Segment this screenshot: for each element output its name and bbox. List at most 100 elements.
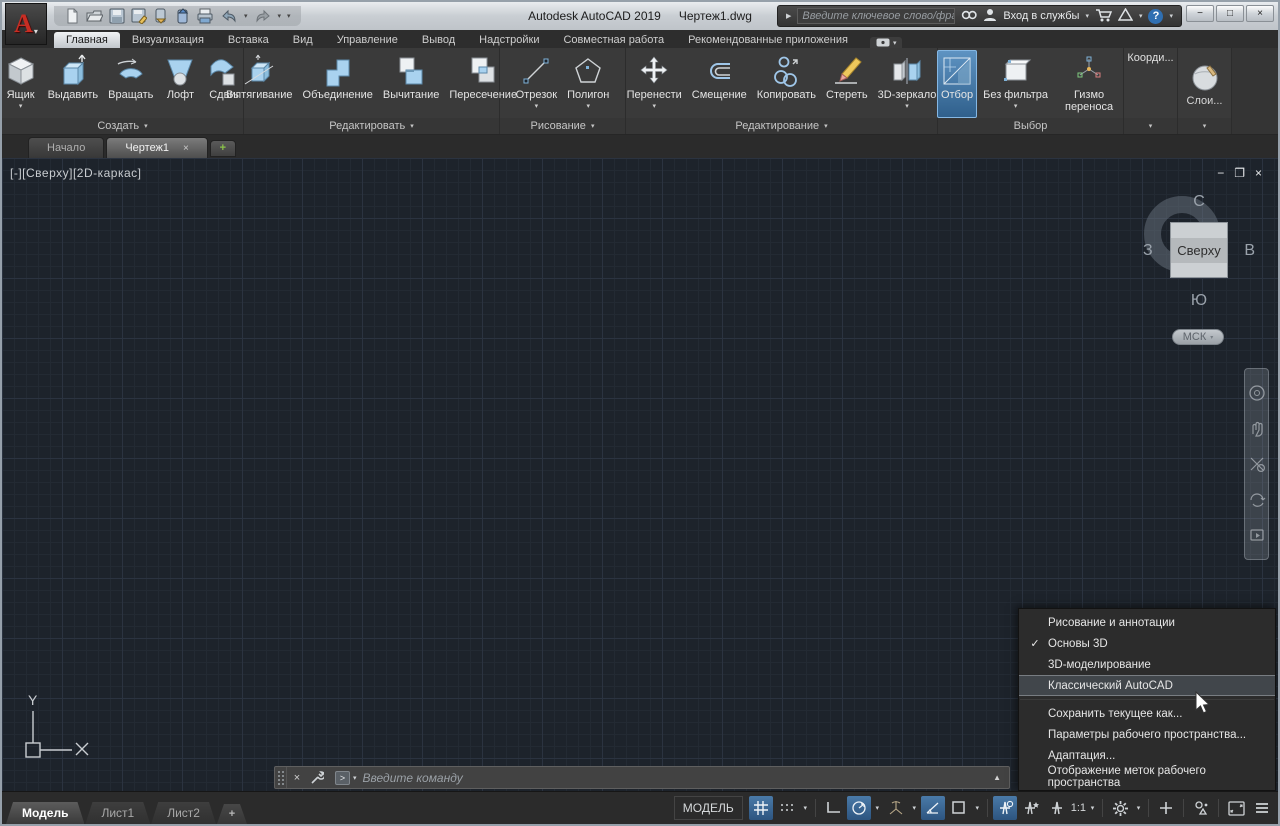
minimize-button[interactable]: − <box>1186 5 1214 22</box>
orbit-icon[interactable] <box>1248 491 1266 509</box>
viewcube-north[interactable]: С <box>1193 193 1205 211</box>
command-line[interactable]: × > ▾ Введите команду ▲ <box>274 766 1010 789</box>
menu-item-3d-modeling[interactable]: 3D-моделирование <box>1019 654 1275 675</box>
close-button[interactable]: × <box>1246 5 1274 22</box>
panel-title-solid-edit[interactable]: Редактировать ▾ <box>244 118 499 134</box>
loft-button[interactable]: Лофт <box>159 50 201 118</box>
mirror3d-button[interactable]: 3D-зеркало ▾ <box>874 50 941 118</box>
chevron-down-icon[interactable]: ▾ <box>652 102 656 110</box>
zoom-icon[interactable] <box>1248 455 1266 473</box>
search-icon[interactable] <box>961 8 977 25</box>
open-file-button[interactable] <box>86 8 103 24</box>
tab-vyvod[interactable]: Вывод <box>410 32 467 48</box>
panel-coordinates[interactable]: Коорди... ▾ <box>1124 48 1178 134</box>
offset-button[interactable]: Смещение <box>688 50 751 118</box>
command-close-icon[interactable]: × <box>287 772 307 784</box>
chevron-down-icon[interactable]: ▾ <box>586 102 590 110</box>
viewport-controls-label[interactable]: [-][Сверху][2D-каркас] <box>10 166 142 180</box>
save-as-button[interactable] <box>131 8 147 24</box>
application-menu-button[interactable]: A ▾ <box>5 3 47 45</box>
menu-item-display-workspace-labels[interactable]: Отображение меток рабочего пространства <box>1019 766 1275 787</box>
showmotion-icon[interactable] <box>1248 526 1266 544</box>
open-from-web-button[interactable] <box>153 8 169 24</box>
menu-item-drafting-annotation[interactable]: Рисование и аннотации <box>1019 612 1275 633</box>
qat-customize-button[interactable]: ▾ <box>287 12 291 20</box>
new-file-button[interactable] <box>64 8 80 24</box>
menu-item-classic-autocad[interactable]: Классический AutoCAD <box>1019 675 1275 696</box>
polar-tracking-toggle[interactable] <box>847 796 871 820</box>
tab-sovmestnaya-rabota[interactable]: Совместная работа <box>551 32 676 48</box>
pan-icon[interactable] <box>1248 419 1266 437</box>
tab-vstavka[interactable]: Вставка <box>216 32 281 48</box>
model-space-button[interactable]: МОДЕЛЬ <box>674 796 743 820</box>
workspace-dropdown[interactable]: ▾ <box>1134 804 1143 812</box>
revolve-button[interactable]: Вращать <box>104 50 157 118</box>
polygon-button[interactable]: Полигон ▾ <box>563 50 613 118</box>
annotation-visibility-toggle[interactable] <box>993 796 1017 820</box>
extrude-button[interactable]: Выдавить <box>44 50 103 118</box>
navigation-wheel-icon[interactable] <box>1248 384 1266 402</box>
viewport-close-icon[interactable]: × <box>1255 166 1262 180</box>
polar-dropdown[interactable]: ▾ <box>873 804 882 812</box>
snap-toggle[interactable] <box>775 796 799 820</box>
new-drawing-tab-button[interactable]: + <box>210 140 236 157</box>
culling-button[interactable]: Отбор <box>937 50 977 118</box>
panel-expand-icon[interactable]: ▾ <box>1203 122 1207 130</box>
help-dropdown-icon[interactable]: ▾ <box>1169 12 1173 20</box>
no-filter-button[interactable]: Без фильтра ▾ <box>979 50 1052 118</box>
signin-label[interactable]: Вход в службы <box>1003 10 1079 22</box>
search-expand-icon[interactable]: ▶ <box>786 12 791 20</box>
viewport-minimize-icon[interactable]: − <box>1217 166 1224 180</box>
status-bar-menu-button[interactable] <box>1250 796 1274 820</box>
tab-rekomendovannye-prilozheniya[interactable]: Рекомендованные приложения <box>676 32 860 48</box>
ucs-icon[interactable]: Y <box>14 691 98 763</box>
chevron-down-icon[interactable]: ▾ <box>905 102 909 110</box>
grid-toggle[interactable] <box>749 796 773 820</box>
panel-layers[interactable]: Слои... ▾ <box>1178 48 1232 134</box>
drawing-canvas[interactable]: [-][Сверху][2D-каркас] − ❐ × С Ю З В Све… <box>2 158 1278 791</box>
chevron-down-icon[interactable]: ▾ <box>535 102 539 110</box>
isodraft-toggle[interactable] <box>884 796 908 820</box>
object-snap-tracking-toggle[interactable] <box>921 796 945 820</box>
viewcube-west[interactable]: З <box>1143 242 1153 260</box>
panel-title-draw[interactable]: Рисование ▾ <box>500 118 625 134</box>
command-grip-handle[interactable] <box>275 767 287 788</box>
copy-button[interactable]: Копировать <box>753 50 820 118</box>
move-button[interactable]: Перенести ▾ <box>623 50 686 118</box>
tab-glavnaya[interactable]: Главная <box>54 32 120 48</box>
layout-tab-model[interactable]: Модель <box>6 802 84 824</box>
object-snap-toggle[interactable] <box>947 796 971 820</box>
subtract-button[interactable]: Вычитание <box>379 50 444 118</box>
navigation-bar[interactable] <box>1244 368 1269 560</box>
isolate-objects-button[interactable] <box>1189 796 1213 820</box>
ribbon-display-toggle[interactable]: ▾ <box>870 37 903 48</box>
presspull-button[interactable]: Вытягивание <box>222 50 297 118</box>
viewport-restore-icon[interactable]: ❐ <box>1234 166 1245 180</box>
autodesk-share-icon[interactable] <box>1118 8 1133 24</box>
file-tab-drawing1[interactable]: Чертеж1 × <box>106 137 208 158</box>
save-to-web-button[interactable] <box>175 8 191 24</box>
object-snap-dropdown[interactable]: ▾ <box>973 804 982 812</box>
union-button[interactable]: Объединение <box>299 50 377 118</box>
scale-dropdown[interactable]: ▾ <box>1088 804 1097 812</box>
menu-item-save-current-as[interactable]: Сохранить текущее как... <box>1019 703 1275 724</box>
redo-button[interactable] <box>254 9 272 23</box>
menu-item-customize[interactable]: Адаптация... <box>1019 745 1275 766</box>
annotation-autoscale-toggle[interactable] <box>1019 796 1043 820</box>
wcs-menu-button[interactable]: МСК ▾ <box>1172 329 1224 345</box>
line-button[interactable]: Отрезок ▾ <box>512 50 561 118</box>
share-dropdown-icon[interactable]: ▾ <box>1139 12 1143 20</box>
command-input[interactable]: Введите команду <box>363 771 994 785</box>
chevron-down-icon[interactable]: ▾ <box>19 102 23 110</box>
tab-upravlenie[interactable]: Управление <box>325 32 410 48</box>
file-tab-start[interactable]: Начало <box>28 137 104 158</box>
signin-dropdown-icon[interactable]: ▾ <box>1085 12 1089 20</box>
undo-dropdown[interactable]: ▾ <box>244 12 248 20</box>
app-store-cart-icon[interactable] <box>1095 8 1112 25</box>
viewcube-east[interactable]: В <box>1244 242 1255 260</box>
chevron-down-icon[interactable]: ▾ <box>1014 102 1018 110</box>
tab-vid[interactable]: Вид <box>281 32 325 48</box>
tab-nadstroyki[interactable]: Надстройки <box>467 32 551 48</box>
menu-item-3d-basics[interactable]: ✓ Основы 3D <box>1019 633 1275 654</box>
snap-dropdown[interactable]: ▾ <box>801 804 810 812</box>
